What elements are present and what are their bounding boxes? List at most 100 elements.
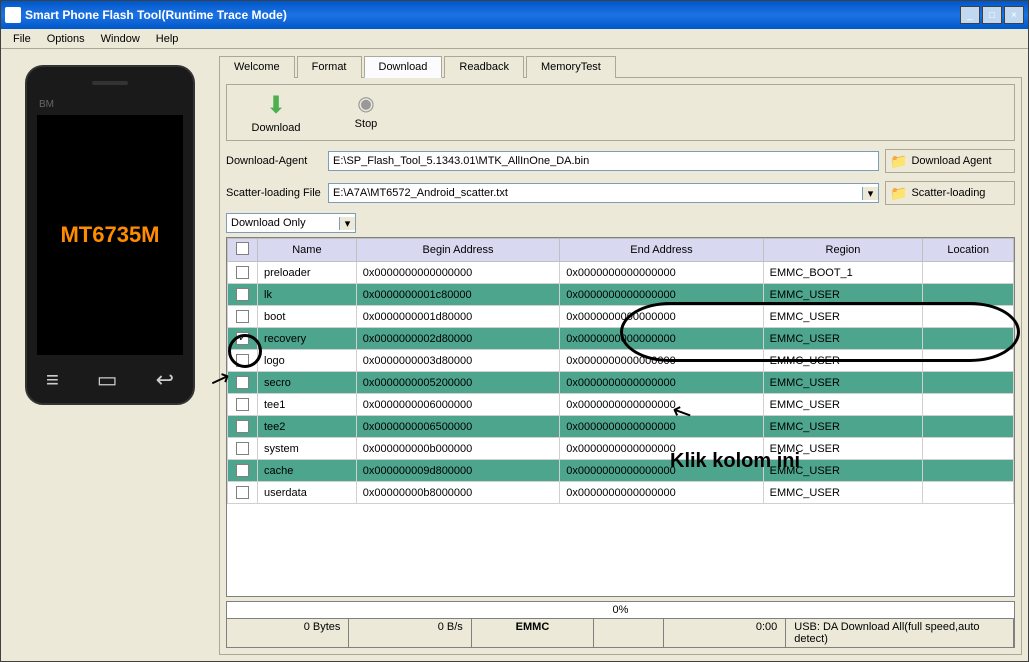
table-row[interactable]: ✓recovery0x0000000002d800000x00000000000… xyxy=(228,328,1014,350)
da-label: Download-Agent xyxy=(226,155,322,167)
col-begin-address[interactable]: Begin Address xyxy=(356,239,559,262)
menu-options[interactable]: Options xyxy=(39,31,93,47)
select-all-checkbox[interactable] xyxy=(236,242,249,255)
da-input[interactable] xyxy=(328,151,879,171)
col-location[interactable]: Location xyxy=(923,239,1014,262)
cell-begin: 0x0000000002d80000 xyxy=(356,328,559,350)
cell-end: 0x0000000000000000 xyxy=(560,284,763,306)
tab-download[interactable]: Download xyxy=(364,56,443,78)
cell-end: 0x0000000000000000 xyxy=(560,350,763,372)
cell-end: 0x0000000000000000 xyxy=(560,416,763,438)
table-row[interactable]: logo0x0000000003d800000x0000000000000000… xyxy=(228,350,1014,372)
row-checkbox[interactable] xyxy=(236,486,249,499)
cell-name: lk xyxy=(258,284,357,306)
status-storage: EMMC xyxy=(472,619,594,647)
cell-name: userdata xyxy=(258,482,357,504)
tab-readback[interactable]: Readback xyxy=(444,56,524,78)
table-row[interactable]: cache0x000000009d8000000x000000000000000… xyxy=(228,460,1014,482)
cell-loc[interactable] xyxy=(923,482,1014,504)
cell-loc[interactable] xyxy=(923,328,1014,350)
phone-mockup: BM MT6735M ≡ ▭ ↩ xyxy=(25,65,195,405)
cell-region: EMMC_USER xyxy=(763,460,923,482)
table-row[interactable]: tee20x00000000065000000x0000000000000000… xyxy=(228,416,1014,438)
table-row[interactable]: system0x000000000b0000000x00000000000000… xyxy=(228,438,1014,460)
menu-window[interactable]: Window xyxy=(93,31,148,47)
table-row[interactable]: tee10x00000000060000000x0000000000000000… xyxy=(228,394,1014,416)
row-checkbox[interactable] xyxy=(236,288,249,301)
status-bytes: 0 Bytes xyxy=(227,619,349,647)
cell-begin: 0x000000009d800000 xyxy=(356,460,559,482)
menu-file[interactable]: File xyxy=(5,31,39,47)
row-checkbox[interactable]: ✓ xyxy=(236,332,249,345)
maximize-button[interactable]: □ xyxy=(982,6,1002,24)
row-checkbox[interactable] xyxy=(236,442,249,455)
row-checkbox[interactable] xyxy=(236,354,249,367)
col-end-address[interactable]: End Address xyxy=(560,239,763,262)
cell-end: 0x0000000000000000 xyxy=(560,394,763,416)
cell-begin: 0x0000000006500000 xyxy=(356,416,559,438)
cell-region: EMMC_USER xyxy=(763,284,923,306)
table-row[interactable]: preloader0x00000000000000000x00000000000… xyxy=(228,262,1014,284)
cell-end: 0x0000000000000000 xyxy=(560,262,763,284)
menu-icon: ≡ xyxy=(46,367,59,393)
status-time: 0:00 xyxy=(664,619,786,647)
cell-begin: 0x0000000006000000 xyxy=(356,394,559,416)
scatter-browse-button[interactable]: 📁 Scatter-loading xyxy=(885,181,1015,205)
chevron-down-icon[interactable]: ▾ xyxy=(862,187,878,200)
table-row[interactable]: lk0x0000000001c800000x0000000000000000EM… xyxy=(228,284,1014,306)
download-button[interactable]: ⬇ Download xyxy=(231,89,321,136)
cell-end: 0x0000000000000000 xyxy=(560,306,763,328)
chevron-down-icon[interactable]: ▾ xyxy=(339,217,355,230)
close-button[interactable]: × xyxy=(1004,6,1024,24)
cell-end: 0x0000000000000000 xyxy=(560,372,763,394)
row-checkbox[interactable] xyxy=(236,266,249,279)
da-browse-label: Download Agent xyxy=(911,155,991,167)
cell-begin: 0x0000000005200000 xyxy=(356,372,559,394)
tab-memorytest[interactable]: MemoryTest xyxy=(526,56,616,78)
cell-loc[interactable] xyxy=(923,416,1014,438)
tab-welcome[interactable]: Welcome xyxy=(219,56,295,78)
stop-button[interactable]: ◉ Stop xyxy=(321,89,411,136)
cell-name: recovery xyxy=(258,328,357,350)
cell-loc[interactable] xyxy=(923,284,1014,306)
status-usb: USB: DA Download All(full speed,auto det… xyxy=(786,619,1014,647)
scatter-browse-label: Scatter-loading xyxy=(911,187,985,199)
table-row[interactable]: boot0x0000000001d800000x0000000000000000… xyxy=(228,306,1014,328)
cell-loc[interactable] xyxy=(923,372,1014,394)
cell-loc[interactable] xyxy=(923,394,1014,416)
cell-end: 0x0000000000000000 xyxy=(560,482,763,504)
scatter-combo[interactable]: E:\A7A\MT6572_Android_scatter.txt ▾ xyxy=(328,183,879,203)
minimize-button[interactable]: _ xyxy=(960,6,980,24)
cell-region: EMMC_USER xyxy=(763,394,923,416)
phone-brand: BM xyxy=(39,99,54,110)
scatter-value: E:\A7A\MT6572_Android_scatter.txt xyxy=(329,187,862,199)
row-checkbox[interactable] xyxy=(236,464,249,477)
col-region[interactable]: Region xyxy=(763,239,923,262)
cell-name: logo xyxy=(258,350,357,372)
row-checkbox[interactable] xyxy=(236,398,249,411)
cell-loc[interactable] xyxy=(923,306,1014,328)
cell-region: EMMC_USER xyxy=(763,438,923,460)
da-browse-button[interactable]: 📁 Download Agent xyxy=(885,149,1015,173)
cell-region: EMMC_USER xyxy=(763,350,923,372)
cell-name: boot xyxy=(258,306,357,328)
row-checkbox[interactable] xyxy=(236,420,249,433)
row-checkbox[interactable] xyxy=(236,310,249,323)
cell-loc[interactable] xyxy=(923,460,1014,482)
row-checkbox[interactable] xyxy=(236,376,249,389)
download-mode-select[interactable]: Download Only ▾ xyxy=(226,213,356,233)
titlebar[interactable]: ▣ Smart Phone Flash Tool(Runtime Trace M… xyxy=(1,1,1028,29)
col-name[interactable]: Name xyxy=(258,239,357,262)
cell-loc[interactable] xyxy=(923,438,1014,460)
table-row[interactable]: secro0x00000000052000000x000000000000000… xyxy=(228,372,1014,394)
menu-help[interactable]: Help xyxy=(148,31,187,47)
folder-icon: 📁 xyxy=(890,153,907,170)
partition-table[interactable]: NameBegin AddressEnd AddressRegionLocati… xyxy=(226,237,1015,597)
window-title: Smart Phone Flash Tool(Runtime Trace Mod… xyxy=(25,8,960,22)
cell-loc[interactable] xyxy=(923,262,1014,284)
table-row[interactable]: userdata0x00000000b80000000x000000000000… xyxy=(228,482,1014,504)
tab-format[interactable]: Format xyxy=(297,56,362,78)
cell-region: EMMC_USER xyxy=(763,328,923,350)
progress-bar: 0% xyxy=(226,601,1015,619)
cell-loc[interactable] xyxy=(923,350,1014,372)
